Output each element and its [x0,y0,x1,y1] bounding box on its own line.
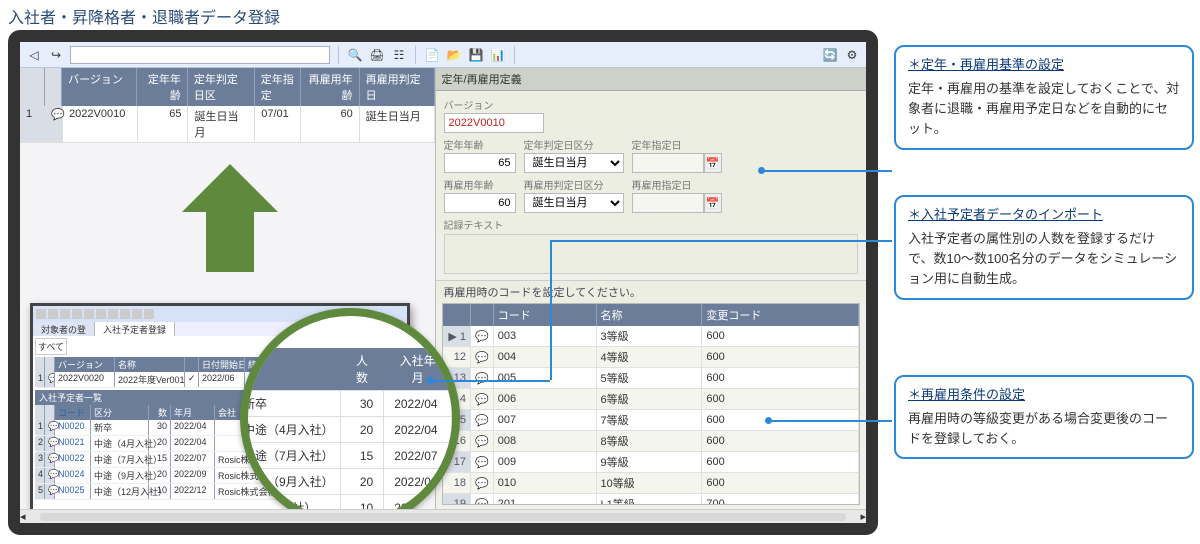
code-row[interactable]: 12💬0044等級600 [443,347,859,368]
arrow-up-icon [170,158,290,278]
code-row[interactable]: 19💬201L1等級700 [443,494,859,506]
definition-form: バージョン 定年年齢 定年判定日区分 誕生日当月 定年指定日 📅 再雇用年齢 [436,91,866,234]
find-icon[interactable]: 🔍 [347,47,363,63]
import-tab-1[interactable]: 対象者の登 [33,322,95,336]
code-row[interactable]: 14💬0066等級600 [443,389,859,410]
horizontal-scrollbar[interactable]: ◂▸ [20,509,866,523]
code-row[interactable]: 17💬0099等級600 [443,452,859,473]
open-icon[interactable]: 📂 [446,47,462,63]
calendar-icon[interactable]: 📅 [704,153,722,173]
new-icon[interactable]: 📄 [424,47,440,63]
callout-retirement: ＊定年・再雇用基準の設定 定年・再雇用の基準を設定しておくことで、対象者に退職・… [894,45,1194,150]
right-pane: 定年/再雇用定義 バージョン 定年年齢 定年判定日区分 誕生日当月 定年指定日 … [435,68,866,509]
callout-rehire: ＊再雇用条件の設定 再雇用時の等級変更がある場合変更後のコードを登録しておく。 [894,375,1194,459]
hierarchy-icon[interactable]: ☷ [391,47,407,63]
age-section-select[interactable]: 誕生日当月 [524,153,624,173]
main-toolbar: ◁ ↪ 🔍 🖨 ☷ 📄 📂 💾 📊 🔄 ⚙ [20,42,866,68]
import-tab-2[interactable]: 入社予定者登録 [95,322,175,336]
code-row[interactable]: 16💬0088等級600 [443,431,859,452]
left-pane: バージョン 定年年齢 定年判定日区 定年指定 再雇用年齢 再雇用判定日 1 💬 … [20,68,435,509]
page-title: 入社者・昇降格者・退職者データ登録 [0,0,1200,34]
code-row[interactable]: 18💬01010等級600 [443,473,859,494]
settings-icon[interactable]: ⚙ [844,47,860,63]
callout-import: ＊入社予定者データのインポート 入社予定者の属性別の人数を登録するだけで、数10… [894,195,1194,300]
refresh-icon[interactable]: 🔄 [822,47,838,63]
panel-title: 定年/再雇用定義 [436,68,866,91]
save-icon[interactable]: 💾 [468,47,484,63]
version-input[interactable] [444,113,544,133]
code-row[interactable]: ▶ 1💬0033等級600 [443,326,859,347]
calendar-icon[interactable]: 📅 [704,193,722,213]
reage-section-select[interactable]: 誕生日当月 [524,193,624,213]
top-grid-header: バージョン 定年年齢 定年判定日区 定年指定 再雇用年齢 再雇用判定日 [20,68,435,106]
zoom-lens: 人数入社年月 新卒302022/04中途（4月入社）202022/04中途（7月… [240,308,460,509]
chat-icon[interactable]: 💬 [45,106,63,143]
export-icon[interactable]: 📊 [490,47,506,63]
top-grid-row[interactable]: 1 💬 2022V0010 65 誕生日当月 07/01 60 誕生日当月 [20,106,435,143]
age-date-input[interactable] [632,153,704,173]
back-icon[interactable]: ◁ [26,47,42,63]
search-input[interactable] [70,46,330,64]
code-hint: 再雇用時のコードを設定してください。 [436,280,866,303]
code-row[interactable]: 13💬0055等級600 [443,368,859,389]
filter-all[interactable]: すべて [35,338,67,355]
app-window: ◁ ↪ 🔍 🖨 ☷ 📄 📂 💾 📊 🔄 ⚙ バージョン 定年年齢 定年判定日区 … [8,30,878,535]
print-icon[interactable]: 🖨 [369,47,385,63]
reage-input[interactable] [444,193,516,213]
code-grid[interactable]: コード 名称 変更コード ▶ 1💬0033等級60012💬0044等級60013… [442,303,860,505]
forward-icon[interactable]: ↪ [48,47,64,63]
age-input[interactable] [444,153,516,173]
reage-date-input[interactable] [632,193,704,213]
